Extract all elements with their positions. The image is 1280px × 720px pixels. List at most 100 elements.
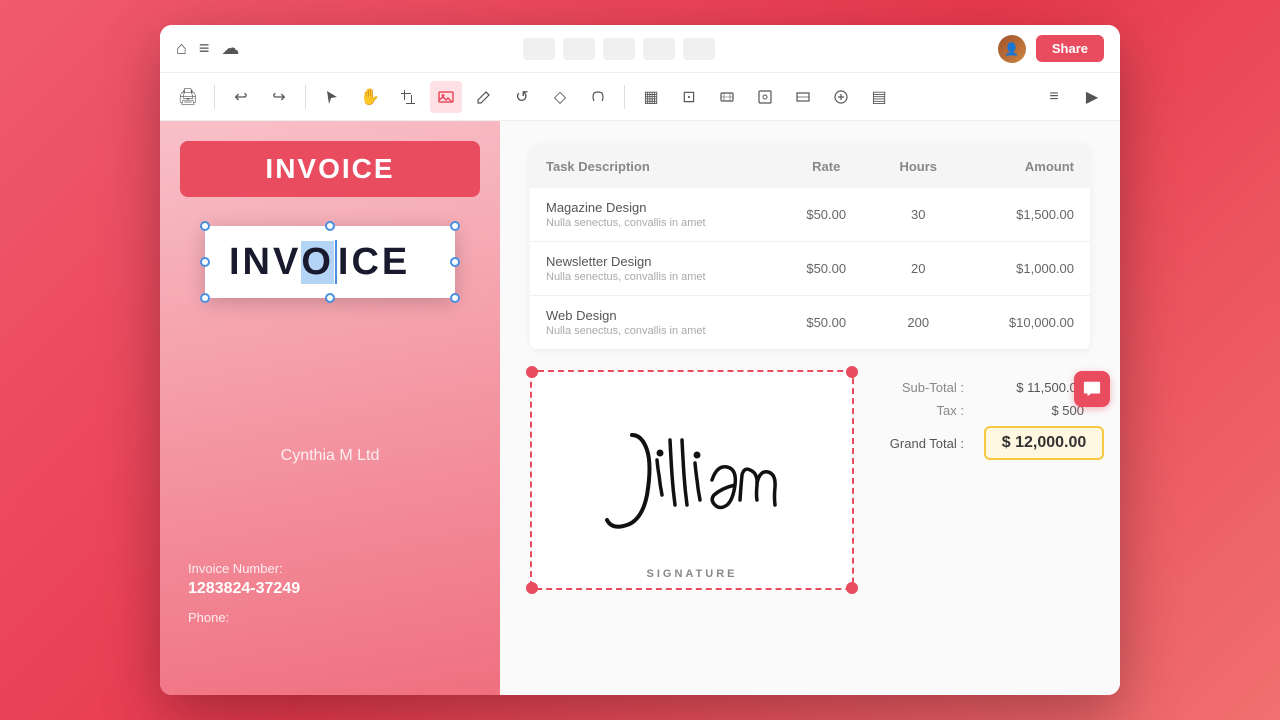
title-bar-left: ⌂ ≡ ☁ [176, 38, 239, 59]
invoice-header-block: INVOICE [180, 141, 480, 197]
grand-total-value: $ 12,000.00 [984, 426, 1104, 460]
title-bar: ⌂ ≡ ☁ 👤 Share [160, 25, 1120, 73]
grid2-tool[interactable]: ⊡ [673, 81, 705, 113]
tax-value: $ 500 [984, 403, 1084, 418]
lines-tool[interactable]: ≡ [1038, 81, 1070, 113]
sig-handle-tr[interactable] [846, 366, 858, 378]
text-cursor [335, 240, 337, 284]
rotate-tool[interactable]: ↺ [506, 81, 538, 113]
col-rate: Rate [780, 145, 873, 188]
tab-3[interactable] [603, 38, 635, 60]
sig-handle-br[interactable] [846, 582, 858, 594]
task-sub-1: Nulla senectus, convallis in amet [546, 217, 764, 229]
amount-cell-1: $1,500.00 [964, 188, 1090, 242]
table-row: Magazine Design Nulla senectus, convalli… [530, 188, 1090, 242]
sig-handle-bl[interactable] [526, 582, 538, 594]
edit-tool[interactable] [468, 81, 500, 113]
main-content: INVOICE INV O ICE [160, 121, 1120, 695]
rect1-tool[interactable] [711, 81, 743, 113]
col-amount: Amount [964, 145, 1090, 188]
menu-icon[interactable]: ≡ [199, 38, 210, 59]
invoice-number-label: Invoice Number: [188, 561, 300, 576]
crop-tool[interactable] [392, 81, 424, 113]
sep-1 [214, 85, 215, 109]
handle-tm[interactable] [325, 221, 335, 231]
handle-bl[interactable] [200, 293, 210, 303]
toolbar-right: ≡ ▶ [1038, 81, 1108, 113]
task-name-2: Newsletter Design [546, 254, 764, 269]
selected-text-element[interactable]: INV O ICE [205, 226, 455, 298]
task-cell-1: Magazine Design Nulla senectus, convalli… [530, 188, 780, 242]
bottom-section: SIGNATURE Sub-Total : $ 11,500.00 Tax : … [530, 370, 1090, 606]
sep-3 [624, 85, 625, 109]
comment-button[interactable] [1074, 371, 1110, 407]
invoice-number: 1283824-37249 [188, 580, 300, 598]
tab-4[interactable] [643, 38, 675, 60]
cloud-icon[interactable]: ☁ [221, 38, 239, 59]
invoice-table: Task Description Rate Hours Amount Magaz… [530, 145, 1090, 350]
import-tool[interactable] [825, 81, 857, 113]
handle-br[interactable] [450, 293, 460, 303]
signature-label: SIGNATURE [647, 568, 738, 580]
home-icon[interactable]: ⌂ [176, 38, 187, 59]
invoice-details: Invoice Number: 1283824-37249 Phone: [188, 561, 300, 625]
grid1-tool[interactable]: ▦ [635, 81, 667, 113]
title-bar-right: 👤 Share [998, 35, 1104, 63]
amount-cell-3: $10,000.00 [964, 296, 1090, 350]
tax-label: Tax : [874, 403, 964, 418]
avatar: 👤 [998, 35, 1026, 63]
hand-tool[interactable]: ✋ [354, 81, 386, 113]
handle-lm[interactable] [200, 257, 210, 267]
handle-rm[interactable] [450, 257, 460, 267]
invoice-bg-title: INVOICE [265, 153, 394, 184]
rate-cell-2: $50.00 [780, 242, 873, 296]
redo-tool[interactable]: ↪ [263, 81, 295, 113]
rect2-tool[interactable] [749, 81, 781, 113]
tab-2[interactable] [563, 38, 595, 60]
signature-area[interactable]: SIGNATURE [530, 370, 854, 590]
handle-tl[interactable] [200, 221, 210, 231]
task-name-3: Web Design [546, 308, 764, 323]
rect3-tool[interactable] [787, 81, 819, 113]
table-row: Web Design Nulla senectus, convallis in … [530, 296, 1090, 350]
handle-bm[interactable] [325, 293, 335, 303]
phone-label: Phone: [188, 610, 300, 625]
app-window: ⌂ ≡ ☁ 👤 Share 🖨 ↩ ↪ ✋ [160, 25, 1120, 695]
left-panel: INVOICE INV O ICE [160, 121, 500, 695]
signature-wrapper: SIGNATURE [530, 370, 854, 606]
task-name-1: Magazine Design [546, 200, 764, 215]
tab-5[interactable] [683, 38, 715, 60]
print-tool[interactable]: 🖨 [172, 81, 204, 113]
company-name: Cynthia M Ltd [160, 447, 500, 465]
hours-cell-2: 20 [873, 242, 964, 296]
sep-2 [305, 85, 306, 109]
erase-tool[interactable]: ◇ [544, 81, 576, 113]
rate-cell-1: $50.00 [780, 188, 873, 242]
table-row: Newsletter Design Nulla senectus, conval… [530, 242, 1090, 296]
image-tool[interactable] [430, 81, 462, 113]
col-hours: Hours [873, 145, 964, 188]
tax-row: Tax : $ 500 [874, 403, 1094, 418]
title-bar-center [251, 38, 985, 60]
invoice-selected-text: INV O ICE [229, 240, 431, 284]
select-tool[interactable] [316, 81, 348, 113]
text-o-highlight: O [301, 241, 334, 284]
gallery-tool[interactable]: ▤ [863, 81, 895, 113]
task-cell-3: Web Design Nulla senectus, convallis in … [530, 296, 780, 350]
annotate-tool[interactable] [582, 81, 614, 113]
handle-tr[interactable] [450, 221, 460, 231]
sig-handle-tl[interactable] [526, 366, 538, 378]
subtotal-row: Sub-Total : $ 11,500.00 [874, 380, 1094, 395]
play-button[interactable]: ▶ [1076, 81, 1108, 113]
toolbar: 🖨 ↩ ↪ ✋ ↺ ◇ ▦ ⊡ [160, 73, 1120, 121]
text-ice: ICE [338, 241, 410, 284]
share-button[interactable]: Share [1036, 35, 1104, 62]
rate-cell-3: $50.00 [780, 296, 873, 350]
task-sub-3: Nulla senectus, convallis in amet [546, 325, 764, 337]
amount-cell-2: $1,000.00 [964, 242, 1090, 296]
undo-tool[interactable]: ↩ [225, 81, 257, 113]
tab-1[interactable] [523, 38, 555, 60]
company-name-text: Cynthia M Ltd [281, 447, 380, 464]
hours-cell-1: 30 [873, 188, 964, 242]
hours-cell-3: 200 [873, 296, 964, 350]
